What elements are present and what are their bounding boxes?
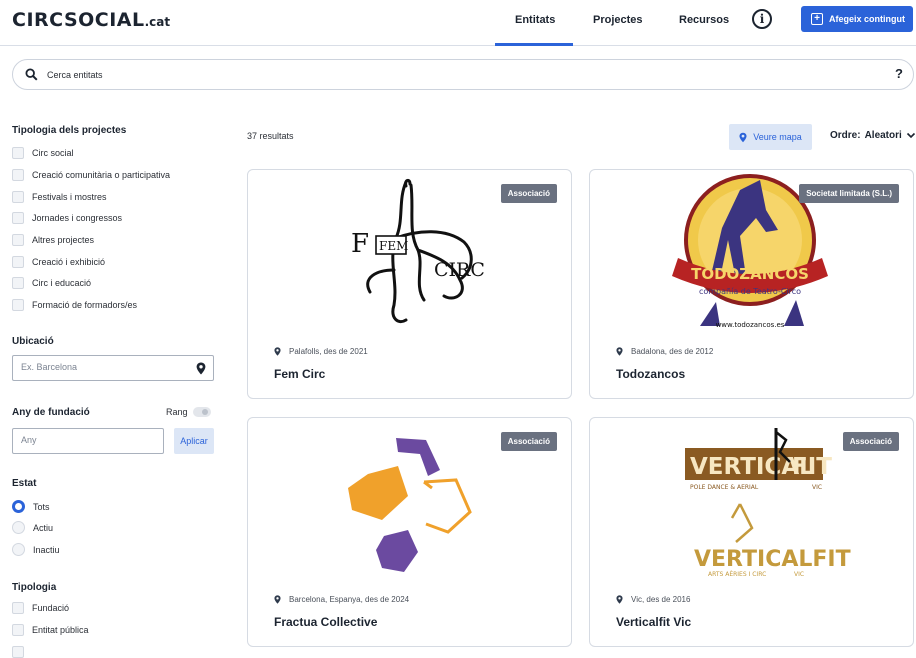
- filter-creacio-comunitaria[interactable]: Creació comunitària o participativa: [12, 169, 170, 181]
- card-meta: Palafolls, des de 2021: [274, 347, 368, 356]
- fem-letter-f: F: [351, 229, 369, 259]
- order-label: Ordre:: [830, 130, 861, 141]
- filter-altres-projectes[interactable]: Altres projectes: [12, 234, 94, 246]
- status-option-actiu[interactable]: Actiu: [12, 521, 53, 534]
- filter-jornades[interactable]: Jornades i congressos: [12, 212, 122, 224]
- location-input[interactable]: [21, 362, 181, 372]
- location-pin-icon: [196, 362, 206, 375]
- circ-logo-word: CIRC: [434, 259, 485, 281]
- card-title[interactable]: Todozancos: [616, 367, 685, 381]
- year-field[interactable]: [12, 428, 164, 454]
- checkbox[interactable]: [12, 299, 24, 311]
- range-toggle[interactable]: Rang: [166, 407, 211, 417]
- active-tab-indicator: [495, 43, 573, 46]
- toggle-switch[interactable]: [192, 407, 211, 417]
- verticalfit-second-tagline: ARTS AÈRIES I CIRC: [708, 570, 766, 578]
- tab-recursos[interactable]: Recursos: [679, 14, 729, 26]
- filter-entitat-publica[interactable]: Entitat pública: [12, 624, 89, 636]
- checkbox[interactable]: [12, 624, 24, 636]
- type-badge: Societat limitada (S.L.): [799, 184, 899, 203]
- entity-card-todozancos[interactable]: TODOZANCOS compañía de Teatro-Circo www.…: [589, 169, 914, 399]
- entity-card-verticalfit[interactable]: VERTICAL FIT POLE DANCE & AERIAL VIC VER…: [589, 417, 914, 647]
- card-location: Badalona, des de 2012: [631, 347, 714, 356]
- location-pin-icon: [616, 595, 623, 604]
- tab-entitats[interactable]: Entitats: [515, 14, 555, 26]
- card-location: Barcelona, Espanya, des de 2024: [289, 595, 410, 604]
- status-option-tots[interactable]: Tots: [12, 500, 50, 513]
- card-title[interactable]: Fem Circ: [274, 367, 325, 381]
- search-icon: [25, 68, 38, 81]
- checkbox[interactable]: [12, 256, 24, 268]
- todozancos-url: www.todozancos.es: [716, 321, 785, 329]
- card-location: Vic, des de 2016: [631, 595, 691, 604]
- card-title[interactable]: Fractua Collective: [274, 615, 377, 629]
- filter-fundacio[interactable]: Fundació: [12, 602, 69, 614]
- checkbox[interactable]: [12, 212, 24, 224]
- filter-partial[interactable]: [12, 646, 24, 658]
- verticalfit-tagline: POLE DANCE & AERIAL: [690, 484, 759, 491]
- tab-projectes[interactable]: Projectes: [593, 14, 643, 26]
- search-bar: ?: [12, 59, 914, 90]
- todozancos-logo-word: TODOZANCOS: [691, 265, 809, 283]
- verticalfit-second-city: VIC: [794, 571, 804, 578]
- entity-card-fractua[interactable]: Associació Barcelona, Espanya, des de 20…: [247, 417, 572, 647]
- help-icon[interactable]: ?: [895, 66, 903, 81]
- location-pin-icon: [274, 347, 281, 356]
- plus-icon: +: [811, 13, 823, 25]
- type-badge: Associació: [500, 432, 557, 451]
- top-bar: CIRCSOCIAL.cat Entitats Projectes Recurs…: [0, 0, 916, 46]
- fit-word: FIT: [792, 454, 832, 480]
- founding-year-title: Any de fundació: [12, 407, 90, 418]
- verticalfit-second-word: VERTICALFIT: [694, 547, 851, 572]
- radio[interactable]: [12, 521, 25, 534]
- checkbox[interactable]: [12, 234, 24, 246]
- status-option-inactiu[interactable]: Inactiu: [12, 543, 60, 556]
- location-pin-icon: [616, 347, 623, 356]
- checkbox[interactable]: [12, 147, 24, 159]
- add-content-label: Afegeix contingut: [829, 14, 905, 24]
- location-field[interactable]: [12, 355, 214, 381]
- filter-formacio-formadors[interactable]: Formació de formadors/es: [12, 299, 137, 311]
- checkbox[interactable]: [12, 646, 24, 658]
- checkbox[interactable]: [12, 602, 24, 614]
- map-button[interactable]: Veure mapa: [729, 124, 812, 150]
- filter-circ-educacio[interactable]: Circ i educació: [12, 277, 91, 289]
- year-input[interactable]: [21, 435, 141, 445]
- card-meta: Badalona, des de 2012: [616, 347, 713, 356]
- checkbox[interactable]: [12, 191, 24, 203]
- checkbox[interactable]: [12, 169, 24, 181]
- card-location: Palafolls, des de 2021: [289, 347, 368, 356]
- brand-logo[interactable]: CIRCSOCIAL.cat: [12, 9, 170, 31]
- info-icon[interactable]: i: [752, 9, 772, 29]
- project-types-title: Tipologia dels projectes: [12, 125, 127, 136]
- typology-title: Tipologia: [12, 582, 57, 593]
- filter-creacio-exhibicio[interactable]: Creació i exhibició: [12, 256, 105, 268]
- search-input[interactable]: [47, 66, 847, 84]
- results-count: 37 resultats: [247, 131, 294, 141]
- radio[interactable]: [12, 543, 25, 556]
- location-pin-icon: [274, 595, 281, 604]
- card-meta: Vic, des de 2016: [616, 595, 690, 604]
- status-title: Estat: [12, 478, 37, 489]
- order-select[interactable]: Ordre: Aleatori: [830, 130, 916, 141]
- type-badge: Associació: [500, 184, 557, 203]
- fem-logo-word: FEM: [379, 239, 408, 253]
- filter-circ-social[interactable]: Circ social: [12, 147, 74, 159]
- order-value: Aleatori: [864, 130, 902, 141]
- add-content-button[interactable]: + Afegeix contingut: [801, 6, 913, 32]
- filter-festivals[interactable]: Festivals i mostres: [12, 191, 107, 203]
- chevron-down-icon: [906, 132, 915, 139]
- todozancos-subtitle: compañía de Teatro-Circo: [699, 287, 801, 296]
- type-badge: Associació: [842, 432, 899, 451]
- map-button-label: Veure mapa: [753, 132, 802, 142]
- map-pin-icon: [739, 132, 747, 142]
- entity-card-fem-circ[interactable]: F FEM CIRC Associació Palafolls, des de …: [247, 169, 572, 399]
- location-title: Ubicació: [12, 336, 54, 347]
- checkbox[interactable]: [12, 277, 24, 289]
- card-title[interactable]: Verticalfit Vic: [616, 615, 691, 629]
- apply-button[interactable]: Aplicar: [174, 428, 214, 454]
- radio-selected[interactable]: [12, 500, 25, 513]
- card-meta: Barcelona, Espanya, des de 2024: [274, 595, 409, 604]
- verticalfit-city: VIC: [812, 484, 822, 491]
